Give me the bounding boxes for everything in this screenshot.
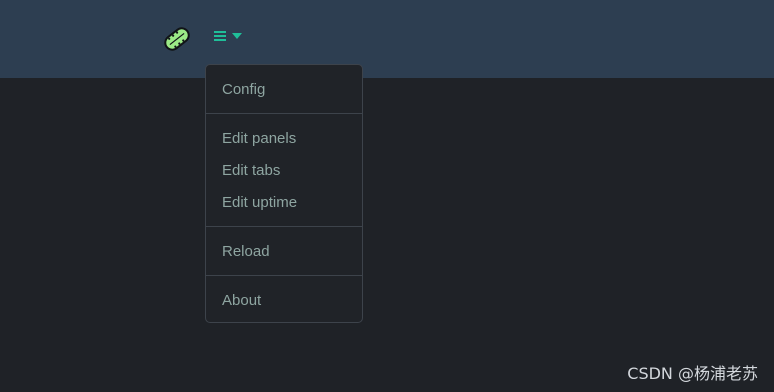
menu-item-reload[interactable]: Reload [222, 242, 270, 262]
menu-divider [206, 226, 362, 227]
menu-toggle-button[interactable] [214, 24, 248, 48]
surfboard-logo-icon [158, 20, 196, 58]
menu-divider [206, 275, 362, 276]
watermark-text: CSDN @杨浦老苏 [627, 364, 758, 383]
menu-item-edit-panels[interactable]: Edit panels [222, 129, 296, 149]
menu-item-config[interactable]: Config [222, 80, 265, 100]
caret-down-icon [232, 33, 242, 39]
dropdown-menu: Config Edit panels Edit tabs Edit uptime… [205, 64, 363, 323]
menu-item-edit-uptime[interactable]: Edit uptime [222, 193, 297, 213]
menu-item-about[interactable]: About [222, 291, 261, 311]
app-window: Config Edit panels Edit tabs Edit uptime… [0, 0, 774, 392]
menu-divider [206, 113, 362, 114]
top-navbar [0, 0, 774, 78]
menu-item-edit-tabs[interactable]: Edit tabs [222, 161, 280, 181]
hamburger-icon [214, 30, 226, 42]
